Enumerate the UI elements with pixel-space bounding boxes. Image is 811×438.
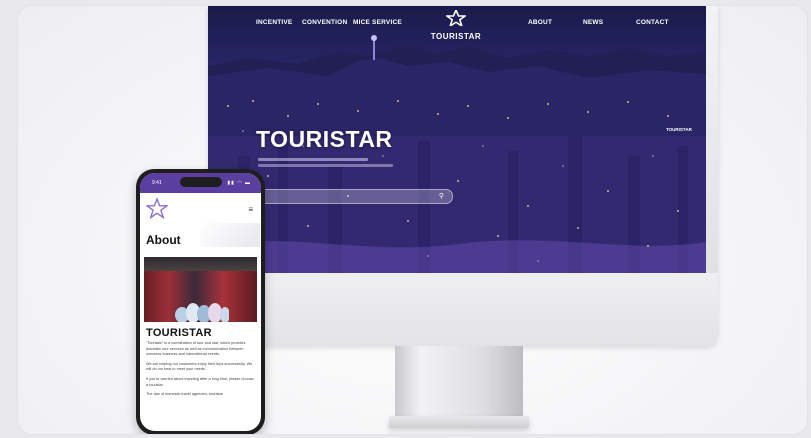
dynamic-island xyxy=(180,177,222,187)
status-bar: 9:41 ▮▮ ◠ ▬ xyxy=(140,173,261,193)
site-logo[interactable]: TOURISTAR xyxy=(426,7,486,41)
search-icon[interactable]: ⚲ xyxy=(439,192,444,200)
nav-news[interactable]: NEWS xyxy=(583,19,603,26)
nav-mice-service[interactable]: MICE SERVICE xyxy=(353,19,402,26)
desktop-monitor: INCENTIVE CONVENTION MICE SERVICE TOURIS… xyxy=(208,6,718,346)
monitor-stand xyxy=(395,346,523,418)
status-time: 9:41 xyxy=(152,180,162,186)
mockup-card: INCENTIVE CONVENTION MICE SERVICE TOURIS… xyxy=(18,6,807,434)
star-logo-icon xyxy=(444,7,468,28)
paragraph: The star of domestic travel agencies, to… xyxy=(146,392,223,397)
about-heading: About xyxy=(146,233,181,247)
paragraph: "Touristar" is a combination of tour and… xyxy=(146,341,246,357)
mobile-logo-icon[interactable] xyxy=(146,198,168,220)
desktop-screen: INCENTIVE CONVENTION MICE SERVICE TOURIS… xyxy=(208,6,706,273)
nav-about[interactable]: ABOUT xyxy=(528,19,552,26)
monitor-chin xyxy=(208,273,718,346)
mobile-phone: 9:41 ▮▮ ◠ ▬ ≡ About TOURISTAR "Touristar… xyxy=(136,169,265,434)
people-figures xyxy=(175,303,229,322)
monitor-base xyxy=(389,416,529,428)
brand-name: TOURISTAR xyxy=(430,32,482,41)
nav-contact[interactable]: CONTACT xyxy=(636,19,669,26)
paragraph: If you're worried about traveling after … xyxy=(146,376,254,387)
site-navigation: INCENTIVE CONVENTION MICE SERVICE TOURIS… xyxy=(208,6,706,46)
nav-convention[interactable]: CONVENTION xyxy=(302,19,347,26)
hero-title: TOURISTAR xyxy=(256,126,393,152)
status-icons: ▮▮ ◠ ▬ xyxy=(227,180,251,186)
section-title: TOURISTAR xyxy=(146,327,212,339)
hamburger-menu-icon[interactable]: ≡ xyxy=(248,205,253,214)
about-body: "Touristar" is a combination of tour and… xyxy=(146,341,254,402)
header-decoration xyxy=(200,223,260,247)
side-tag: TOURISTAR xyxy=(666,127,692,132)
hero-search-input[interactable]: ⚲ xyxy=(258,189,453,204)
paragraph: We are helping our customers enjoy their… xyxy=(146,361,253,372)
mobile-screen: 9:41 ▮▮ ◠ ▬ ≡ About TOURISTAR "Touristar… xyxy=(140,173,261,431)
hanbok-photo xyxy=(144,257,257,322)
hero-subtitle-blur xyxy=(258,156,408,167)
nav-incentive[interactable]: INCENTIVE xyxy=(256,19,292,26)
